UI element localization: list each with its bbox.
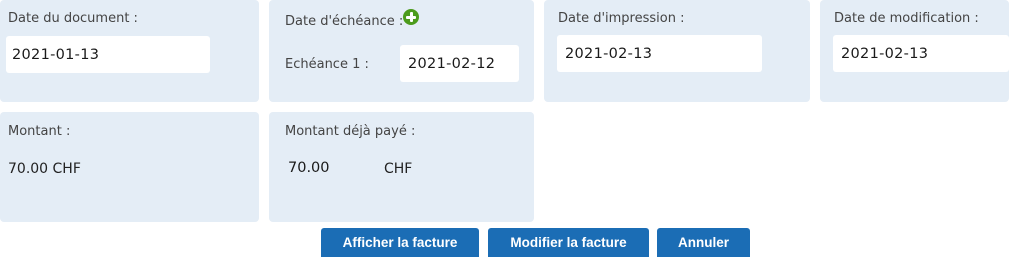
invoice-details-panel: Date du document : 2021-01-13 Date d'éch… [0, 0, 1009, 257]
amount-value: 70.00 CHF [8, 161, 81, 177]
amount-paid-label: Montant déjà payé : [285, 124, 416, 139]
modified-date-label: Date de modification : [834, 11, 979, 26]
due-date-label: Date d'échéance : [285, 14, 404, 29]
due-date-value: 2021-02-12 [408, 55, 496, 72]
print-date-card: Date d'impression : 2021-02-13 [544, 0, 810, 102]
document-date-label: Date du document : [8, 11, 138, 26]
modified-date-field[interactable]: 2021-02-13 [833, 35, 1009, 72]
due-date-item-label: Echéance 1 : [285, 57, 369, 72]
print-date-field[interactable]: 2021-02-13 [557, 35, 762, 72]
amount-card: Montant : 70.00 CHF [0, 112, 259, 222]
modified-date-card: Date de modification : 2021-02-13 [820, 0, 1009, 102]
due-date-card: Date d'échéance : Echéance 1 : 2021-02-1… [269, 0, 534, 102]
amount-paid-currency: CHF [384, 161, 413, 177]
cancel-button[interactable]: Annuler [657, 228, 750, 257]
print-date-value: 2021-02-13 [565, 45, 653, 62]
show-invoice-button[interactable]: Afficher la facture [321, 228, 479, 257]
amount-label: Montant : [8, 124, 71, 139]
amount-paid-card: Montant déjà payé : 70.00 CHF [269, 112, 534, 222]
due-date-field[interactable]: 2021-02-12 [400, 45, 519, 82]
document-date-field[interactable]: 2021-01-13 [6, 36, 210, 73]
document-date-value: 2021-01-13 [12, 46, 100, 63]
document-date-card: Date du document : 2021-01-13 [0, 0, 259, 102]
print-date-label: Date d'impression : [558, 11, 685, 26]
amount-paid-value: 70.00 [288, 160, 330, 176]
modified-date-value: 2021-02-13 [841, 45, 929, 62]
plus-circle-icon[interactable] [403, 9, 419, 25]
edit-invoice-button[interactable]: Modifier la facture [488, 228, 649, 257]
